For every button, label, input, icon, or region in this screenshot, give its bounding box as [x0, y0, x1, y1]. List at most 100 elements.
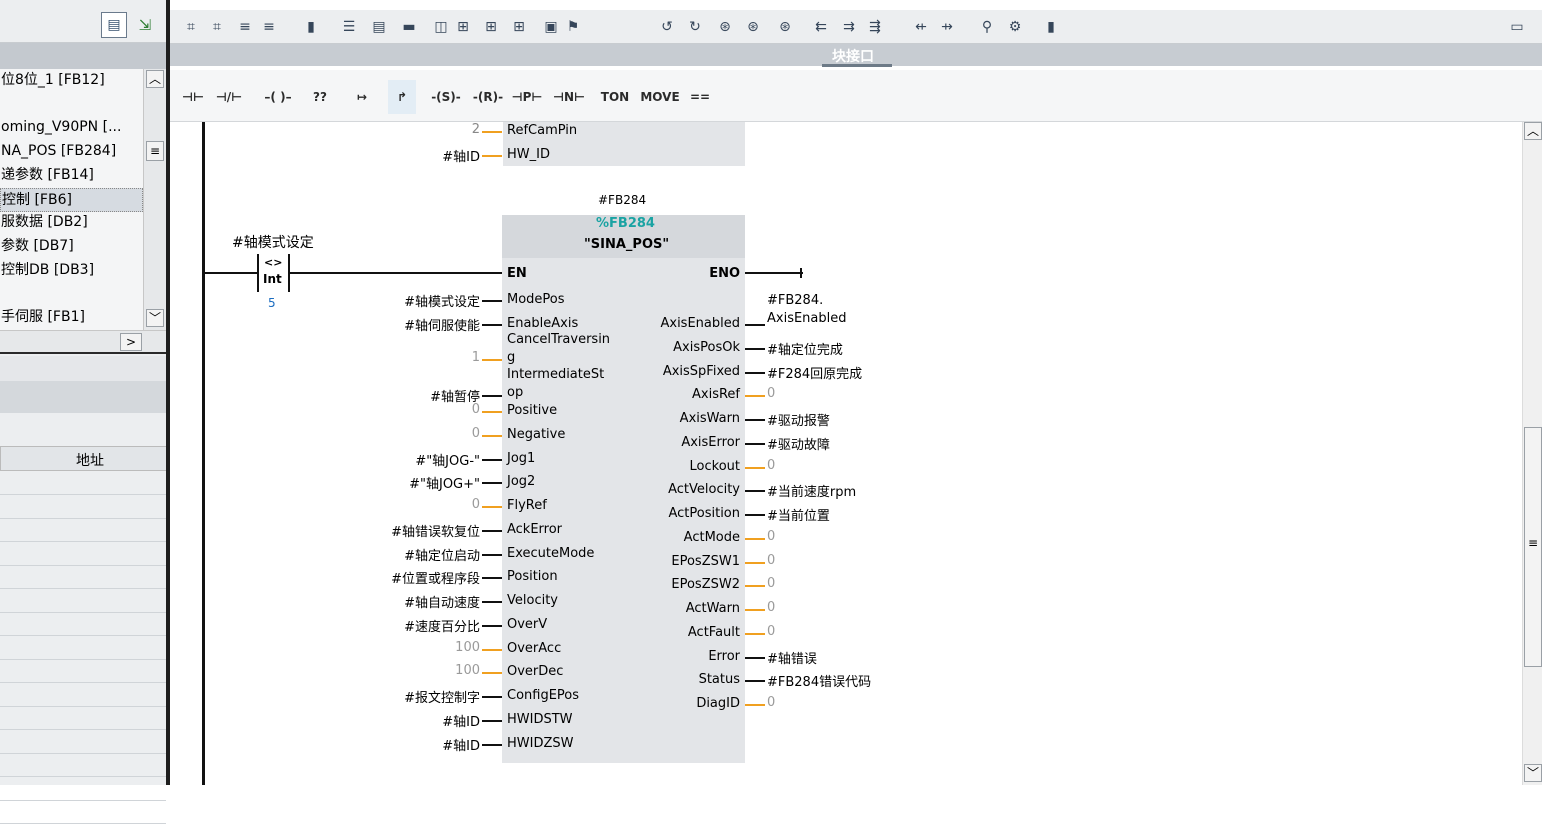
argument-value[interactable]: #驱动故障	[767, 434, 830, 453]
db-icon[interactable]: ▮	[1040, 16, 1062, 38]
tree-item[interactable]: 服数据 [DB2]	[0, 211, 143, 235]
argument-value[interactable]: #轴模式设定	[404, 291, 480, 310]
contact-compare-value[interactable]: 5	[268, 296, 276, 310]
tree-item[interactable]: 位8位_1 [FB12]	[0, 69, 143, 93]
nc-contact-button[interactable]: ⊣/⊢	[212, 80, 246, 114]
list-icon[interactable]: ≡	[234, 16, 256, 38]
argument-value[interactable]: 0	[767, 529, 775, 544]
favorite-icon[interactable]: ⚑	[562, 16, 584, 38]
argument-value[interactable]: #轴错误	[767, 648, 817, 667]
tree-view-icon[interactable]: ▤	[101, 12, 127, 38]
insert-icon[interactable]: ⊞	[452, 16, 474, 38]
argument-value[interactable]: 0	[472, 497, 480, 512]
block-icon[interactable]: ▮	[300, 16, 322, 38]
argument-value[interactable]: 0	[767, 386, 775, 401]
contact-type[interactable]: Int	[263, 272, 282, 286]
argument-value[interactable]: 0	[472, 426, 480, 441]
tree-item[interactable]: 控制 [FB6]	[0, 187, 143, 212]
indent-icon[interactable]: ⇉	[838, 16, 860, 38]
list-icon[interactable]: ≡	[258, 16, 280, 38]
no-contact-button[interactable]: ⊣⊢	[178, 80, 208, 114]
address-column-header[interactable]: 地址	[76, 450, 104, 470]
argument-value[interactable]: 0	[472, 402, 480, 417]
scroll-right-button[interactable]: >	[120, 333, 142, 351]
block-interface-bar[interactable]: 块接口	[170, 44, 1542, 67]
argument-value[interactable]: #"轴JOG-"	[415, 450, 480, 469]
coil-button[interactable]: –( )–	[258, 80, 298, 114]
ton-button[interactable]: TON	[600, 80, 630, 114]
n-contact-button[interactable]: ⊣N⊢	[552, 80, 586, 114]
insert-icon[interactable]: ⊞	[480, 16, 502, 38]
window-layout-icon[interactable]: ▭	[1506, 16, 1528, 38]
argument-value[interactable]: #轴定位完成	[767, 339, 843, 358]
argument-value[interactable]: #轴ID	[442, 146, 480, 165]
argument-value[interactable]: #驱动报警	[767, 410, 830, 429]
argument-value[interactable]: #轴ID	[442, 711, 480, 730]
tree-horizontal-scrollbar[interactable]: >	[0, 330, 166, 352]
argument-value[interactable]: 100	[455, 663, 480, 678]
tree-export-icon[interactable]: ⇲	[133, 12, 157, 38]
indent-icon[interactable]: ⇇	[810, 16, 832, 38]
outline-icon[interactable]: ☰	[338, 16, 360, 38]
frame-icon[interactable]: ▣	[540, 16, 562, 38]
settings-icon[interactable]: ⚙	[1004, 16, 1026, 38]
argument-value[interactable]: #当前速度rpm	[767, 481, 856, 500]
argument-value[interactable]: #报文控制字	[404, 687, 480, 706]
argument-value[interactable]: #FB284. AxisEnabled	[767, 292, 847, 328]
download-icon[interactable]: ⊛	[774, 16, 796, 38]
argument-value[interactable]: #轴ID	[442, 735, 480, 754]
scroll-thumb[interactable]: ≡	[146, 141, 164, 161]
open-branch-button[interactable]: ↦	[348, 80, 376, 114]
argument-value[interactable]: 1	[472, 350, 480, 365]
bar-icon[interactable]: ▬	[398, 16, 420, 38]
tree-item[interactable]: oming_V90PN [...	[0, 116, 143, 140]
insert-icon[interactable]: ⊞	[508, 16, 530, 38]
argument-value[interactable]: 2	[472, 122, 480, 137]
argument-value[interactable]: 0	[767, 576, 775, 591]
argument-value[interactable]: 0	[767, 553, 775, 568]
monitor-icon[interactable]: ⊛	[742, 16, 764, 38]
set-coil-button[interactable]: -(S)-	[428, 80, 464, 114]
view-icon[interactable]: ▤	[368, 16, 390, 38]
compare-button[interactable]: ==	[682, 80, 718, 114]
tree-item[interactable]	[0, 93, 143, 117]
empty-box-button[interactable]: ??	[306, 80, 334, 114]
argument-value[interactable]: 0	[767, 624, 775, 639]
indent-icon[interactable]: ⇶	[864, 16, 886, 38]
scroll-down-button[interactable]: ﹀	[146, 309, 164, 327]
argument-value[interactable]: #轴定位启动	[404, 545, 480, 564]
argument-value[interactable]: #速度百分比	[404, 616, 480, 635]
p-contact-button[interactable]: ⊣P⊢	[510, 80, 544, 114]
monitor-icon[interactable]: ⊛	[714, 16, 736, 38]
comment-icon[interactable]: ◫	[430, 16, 452, 38]
fb-instance-name[interactable]: #FB284	[598, 193, 646, 207]
argument-value[interactable]: #轴伺服使能	[404, 315, 480, 334]
undo-icon[interactable]: ↺	[656, 16, 678, 38]
argument-value[interactable]: 0	[767, 458, 775, 473]
move-button[interactable]: MOVE	[640, 80, 680, 114]
argument-value[interactable]: 0	[767, 695, 775, 710]
scroll-thumb[interactable]: ≡	[1524, 427, 1542, 667]
network-icon[interactable]: ⌗	[180, 16, 202, 38]
editor-vertical-scrollbar[interactable]: ︿ ≡ ﹀	[1522, 122, 1542, 785]
tree-item[interactable]: 控制DB [DB3]	[0, 259, 143, 283]
argument-value[interactable]: #"轴JOG+"	[409, 473, 480, 492]
argument-value[interactable]: 100	[455, 640, 480, 655]
scroll-up-button[interactable]: ︿	[146, 70, 164, 88]
scroll-up-button[interactable]: ︿	[1524, 122, 1542, 140]
jump-icon[interactable]: ⇷	[910, 16, 932, 38]
scroll-down-button[interactable]: ﹀	[1524, 764, 1542, 782]
reset-coil-button[interactable]: -(R)-	[470, 80, 506, 114]
tree-item[interactable]: 递参数 [FB14]	[0, 164, 143, 188]
network-icon[interactable]: ⌗	[206, 16, 228, 38]
argument-value[interactable]: 0	[767, 600, 775, 615]
argument-value[interactable]: #位置或程序段	[391, 568, 480, 587]
argument-value[interactable]: #当前位置	[767, 505, 830, 524]
tree-vertical-scrollbar[interactable]: ︿ ≡ ﹀	[143, 69, 166, 330]
jump-icon[interactable]: ⇸	[936, 16, 958, 38]
argument-value[interactable]: #轴错误软复位	[391, 521, 480, 540]
tree-item[interactable]: NA_POS [FB284]	[0, 140, 143, 164]
tree-item[interactable]: 参数 [DB7]	[0, 235, 143, 259]
redo-icon[interactable]: ↻	[684, 16, 706, 38]
search-icon[interactable]: ⚲	[976, 16, 998, 38]
